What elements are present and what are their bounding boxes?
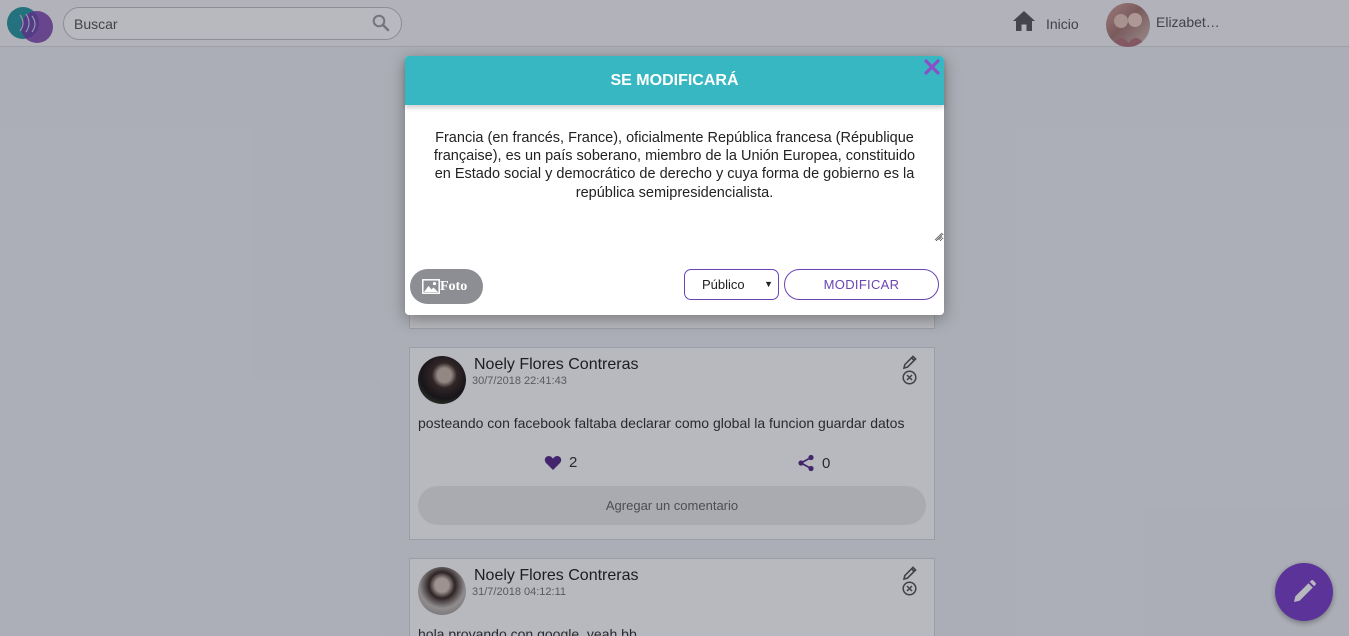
modal-title: SE MODIFICARÁ bbox=[610, 72, 739, 89]
chevron-down-icon: ▼ bbox=[764, 279, 773, 289]
privacy-select-value: Público bbox=[702, 277, 745, 292]
image-icon bbox=[422, 279, 440, 294]
resize-handle-icon[interactable] bbox=[934, 232, 943, 241]
edit-post-modal: SE MODIFICARÁ Francia (en francés, Franc… bbox=[405, 56, 944, 315]
post-text-input[interactable]: Francia (en francés, France), oficialmen… bbox=[405, 116, 944, 242]
close-icon[interactable] bbox=[923, 58, 941, 76]
modify-button[interactable]: MODIFICAR bbox=[784, 269, 939, 300]
add-photo-button[interactable]: Foto bbox=[410, 269, 483, 304]
modal-header: SE MODIFICARÁ bbox=[405, 56, 944, 105]
add-photo-label: Foto bbox=[440, 278, 468, 294]
privacy-select[interactable]: Público ▼ bbox=[684, 269, 779, 300]
